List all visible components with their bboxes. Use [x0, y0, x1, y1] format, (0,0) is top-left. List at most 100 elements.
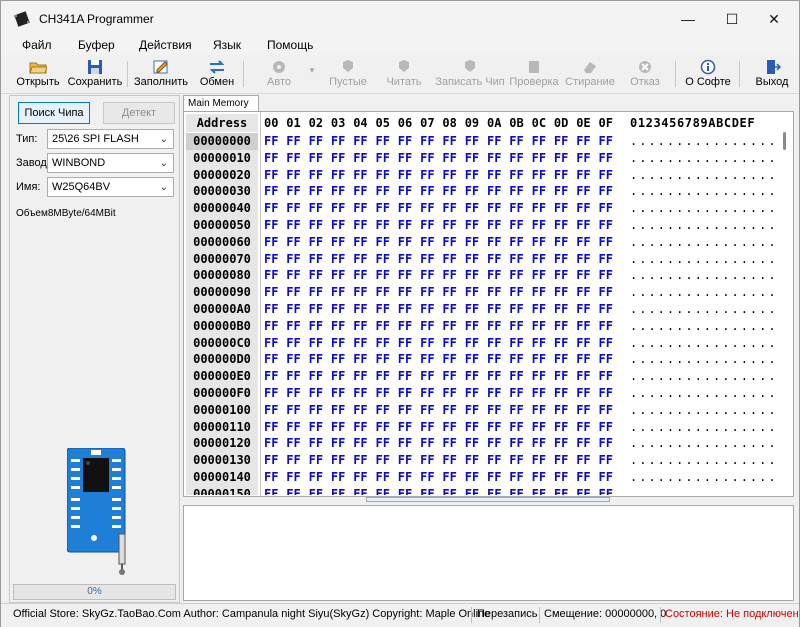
- hex-byte-cell[interactable]: FF: [576, 486, 590, 495]
- hex-byte-cell[interactable]: FF: [532, 351, 546, 368]
- hex-byte-cell[interactable]: FF: [465, 486, 479, 495]
- hex-byte-cell[interactable]: FF: [599, 368, 613, 385]
- hex-byte-cell[interactable]: FF: [286, 267, 300, 284]
- hex-byte-cell[interactable]: FF: [420, 183, 434, 200]
- splitter-grip[interactable]: [366, 497, 610, 502]
- hex-byte-cell[interactable]: FF: [532, 469, 546, 486]
- hex-byte-cell[interactable]: FF: [532, 402, 546, 419]
- hex-byte-cell[interactable]: FF: [398, 419, 412, 436]
- hex-byte-cell[interactable]: FF: [264, 267, 278, 284]
- hex-row[interactable]: 00000080 FF FF FF FF FF FF FF FF FF FF FF FF FF FF FF FF…: [184, 267, 782, 285]
- vertical-scrollbar[interactable]: [778, 130, 792, 496]
- hex-byte-cell[interactable]: FF: [465, 402, 479, 419]
- hex-byte-cell[interactable]: FF: [420, 402, 434, 419]
- hex-byte-cell[interactable]: FF: [398, 385, 412, 402]
- hex-byte-cell[interactable]: FF: [465, 335, 479, 352]
- hex-byte-cell[interactable]: FF: [599, 267, 613, 284]
- ascii-cell[interactable]: ................: [630, 486, 778, 495]
- hex-byte-cell[interactable]: FF: [442, 419, 456, 436]
- hex-byte-cell[interactable]: FF: [286, 335, 300, 352]
- hex-byte-cell[interactable]: FF: [420, 318, 434, 335]
- hex-byte-cell[interactable]: FF: [576, 402, 590, 419]
- hex-byte-cell[interactable]: FF: [599, 284, 613, 301]
- hex-byte-cell[interactable]: FF: [331, 486, 345, 495]
- hex-byte-cell[interactable]: FF: [465, 251, 479, 268]
- hex-byte-cell[interactable]: FF: [264, 133, 278, 150]
- hex-byte-cell[interactable]: FF: [554, 435, 568, 452]
- hex-byte-cell[interactable]: FF: [376, 200, 390, 217]
- hex-byte-cell[interactable]: FF: [286, 435, 300, 452]
- hex-byte-cell[interactable]: FF: [532, 183, 546, 200]
- hex-byte-cell[interactable]: FF: [509, 183, 523, 200]
- hex-rows[interactable]: 00000000 FF FF FF FF FF FF FF FF FF FF FF FF FF FF FF FF…: [184, 133, 782, 495]
- hex-byte-cell[interactable]: FF: [420, 385, 434, 402]
- ascii-cell[interactable]: ................: [630, 133, 778, 150]
- hex-byte-cell[interactable]: FF: [286, 452, 300, 469]
- hex-byte-cell[interactable]: FF: [576, 419, 590, 436]
- hex-byte-cell[interactable]: FF: [576, 217, 590, 234]
- hex-byte-cell[interactable]: FF: [264, 234, 278, 251]
- hex-byte-cell[interactable]: FF: [331, 234, 345, 251]
- hex-byte-cell[interactable]: FF: [554, 251, 568, 268]
- hex-byte-cell[interactable]: FF: [509, 469, 523, 486]
- hex-byte-cell[interactable]: FF: [420, 217, 434, 234]
- hex-byte-cell[interactable]: FF: [264, 318, 278, 335]
- hex-byte-cell[interactable]: FF: [599, 150, 613, 167]
- hex-byte-cell[interactable]: FF: [576, 183, 590, 200]
- hex-byte-cell[interactable]: FF: [420, 351, 434, 368]
- hex-byte-cell[interactable]: FF: [509, 234, 523, 251]
- hex-byte-cell[interactable]: FF: [442, 284, 456, 301]
- hex-byte-cell[interactable]: FF: [353, 335, 367, 352]
- hex-byte-cell[interactable]: FF: [376, 402, 390, 419]
- cancel-button[interactable]: Отказ: [625, 57, 665, 91]
- tab-main-memory[interactable]: Main Memory: [183, 95, 259, 111]
- hex-byte-cell[interactable]: FF: [376, 150, 390, 167]
- hex-byte-cell[interactable]: FF: [398, 251, 412, 268]
- hex-byte-cell[interactable]: FF: [376, 452, 390, 469]
- hex-byte-cell[interactable]: FF: [465, 301, 479, 318]
- ascii-cell[interactable]: ................: [630, 385, 778, 402]
- hex-byte-cell[interactable]: FF: [576, 167, 590, 184]
- hex-byte-cell[interactable]: FF: [465, 351, 479, 368]
- hex-byte-cell[interactable]: FF: [398, 486, 412, 495]
- hex-byte-cell[interactable]: FF: [420, 167, 434, 184]
- hex-byte-cell[interactable]: FF: [376, 435, 390, 452]
- hex-byte-cell[interactable]: FF: [420, 251, 434, 268]
- hex-byte-cell[interactable]: FF: [331, 469, 345, 486]
- hex-byte-cell[interactable]: FF: [309, 150, 323, 167]
- hex-byte-cell[interactable]: FF: [487, 284, 501, 301]
- hex-byte-cell[interactable]: FF: [353, 133, 367, 150]
- hex-byte-cell[interactable]: FF: [309, 234, 323, 251]
- hex-byte-cell[interactable]: FF: [331, 301, 345, 318]
- hex-byte-cell[interactable]: FF: [487, 368, 501, 385]
- hex-byte-cell[interactable]: FF: [353, 200, 367, 217]
- hex-byte-cell[interactable]: FF: [576, 469, 590, 486]
- hex-byte-cell[interactable]: FF: [309, 167, 323, 184]
- hex-byte-cell[interactable]: FF: [576, 435, 590, 452]
- hex-byte-cell[interactable]: FF: [599, 318, 613, 335]
- hex-row[interactable]: 00000100 FF FF FF FF FF FF FF FF FF FF FF FF FF FF FF FF…: [184, 401, 782, 419]
- ascii-cell[interactable]: ................: [630, 150, 778, 167]
- hex-byte-cell[interactable]: FF: [264, 402, 278, 419]
- hex-editor[interactable]: Address 0123456789ABCDEF 00 01 02 03 04 05 06 0…: [183, 111, 794, 497]
- hex-byte-cell[interactable]: FF: [599, 217, 613, 234]
- hex-byte-cell[interactable]: FF: [532, 284, 546, 301]
- minimize-button[interactable]: —: [665, 1, 711, 37]
- hex-byte-cell[interactable]: FF: [353, 167, 367, 184]
- hex-byte-cell[interactable]: FF: [376, 167, 390, 184]
- hex-byte-cell[interactable]: FF: [554, 335, 568, 352]
- hex-row[interactable]: 00000130 FF FF FF FF FF FF FF FF FF FF FF FF FF FF FF FF…: [184, 452, 782, 470]
- ascii-cell[interactable]: ................: [630, 368, 778, 385]
- hex-byte-cell[interactable]: FF: [376, 351, 390, 368]
- hex-byte-cell[interactable]: FF: [398, 150, 412, 167]
- hex-byte-cell[interactable]: FF: [442, 318, 456, 335]
- hex-byte-cell[interactable]: FF: [487, 419, 501, 436]
- ascii-cell[interactable]: ................: [630, 183, 778, 200]
- hex-byte-cell[interactable]: FF: [420, 335, 434, 352]
- hex-byte-cell[interactable]: FF: [465, 200, 479, 217]
- hex-byte-cell[interactable]: FF: [532, 486, 546, 495]
- hex-byte-cell[interactable]: FF: [264, 452, 278, 469]
- hex-byte-cell[interactable]: FF: [353, 368, 367, 385]
- name-select[interactable]: W25Q64BV ⌄: [47, 177, 174, 197]
- ascii-cell[interactable]: ................: [630, 452, 778, 469]
